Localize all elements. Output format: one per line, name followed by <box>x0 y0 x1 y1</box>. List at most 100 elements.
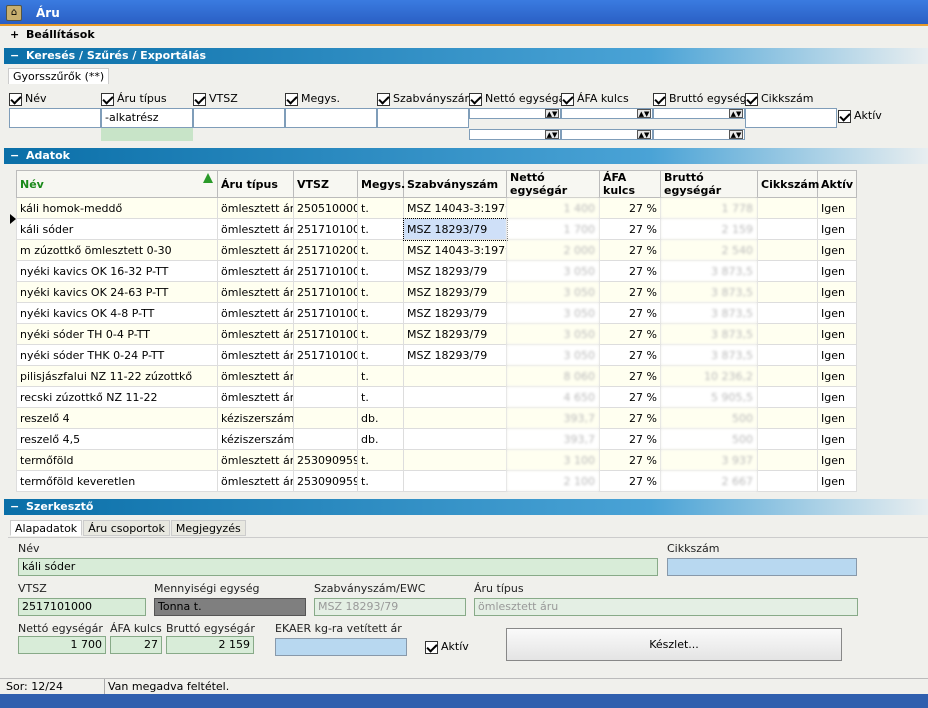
column-header[interactable]: Szabványszám <box>403 170 507 198</box>
table-cell[interactable]: m zúzottkő ömlesztett 0-30 <box>16 239 218 261</box>
table-row[interactable]: káli sóderömlesztett áru2517101000t.MSZ … <box>16 217 857 241</box>
tab-product-groups[interactable]: Áru csoportok <box>83 520 170 536</box>
table-cell[interactable]: Igen <box>817 344 857 366</box>
table-cell[interactable]: t. <box>357 218 404 240</box>
column-header[interactable]: Bruttó egységár <box>660 170 758 198</box>
table-cell[interactable]: 27 % <box>599 344 661 366</box>
table-cell[interactable]: t. <box>357 260 404 282</box>
table-cell[interactable]: 2 100 <box>506 470 600 492</box>
collapse-icon[interactable]: − <box>10 499 19 515</box>
section-editor[interactable]: − Szerkesztő <box>4 499 928 515</box>
column-header[interactable]: ÁFA kulcs <box>599 170 661 198</box>
filter-type-input[interactable]: -alkatrész <box>101 108 193 128</box>
table-cell[interactable] <box>293 428 358 450</box>
unit-field[interactable]: Tonna t. <box>154 598 306 616</box>
column-header[interactable]: Cikkszám <box>757 170 819 198</box>
table-cell[interactable] <box>403 407 507 429</box>
table-cell[interactable]: 1 700 <box>506 218 600 240</box>
table-cell[interactable]: 2505100000 <box>293 197 358 219</box>
table-cell[interactable]: ömlesztett áru <box>217 218 294 240</box>
table-cell[interactable]: 27 % <box>599 386 661 408</box>
table-cell[interactable]: MSZ 18293/79 <box>402 217 508 241</box>
name-field[interactable]: káli sóder <box>18 558 658 576</box>
checkbox[interactable] <box>425 640 438 654</box>
table-cell[interactable]: ömlesztett áru <box>217 260 294 282</box>
table-cell[interactable]: db. <box>357 407 404 429</box>
table-row[interactable]: m zúzottkő ömlesztett 0-30 ömlesztett áru… <box>16 239 857 261</box>
table-cell[interactable]: kéziszerszám <box>217 428 294 450</box>
filter-unit-header[interactable]: Megys. <box>285 91 340 107</box>
checkbox[interactable] <box>838 109 851 123</box>
spinner-icon[interactable]: ▲▼ <box>729 130 743 139</box>
table-cell[interactable]: 3 050 <box>506 260 600 282</box>
column-header[interactable]: Áru típus <box>217 170 294 198</box>
table-row[interactable]: nyéki sóder TH 0-4 P-TT ömlesztett áru 251… <box>16 323 857 345</box>
table-cell[interactable]: t. <box>357 449 404 471</box>
table-cell[interactable]: 1 400 <box>506 197 600 219</box>
table-cell[interactable]: kéziszerszám <box>217 407 294 429</box>
collapse-icon[interactable]: − <box>10 48 19 64</box>
table-cell[interactable]: ömlesztett áru <box>217 344 294 366</box>
table-cell[interactable] <box>757 407 818 429</box>
table-cell[interactable]: Igen <box>817 197 857 219</box>
table-cell[interactable]: Igen <box>817 365 857 387</box>
filter-vtsz-input[interactable] <box>193 108 285 128</box>
table-cell[interactable]: 27 % <box>599 281 661 303</box>
filter-gross-price-header[interactable]: Bruttó egységár <box>653 91 758 107</box>
table-cell[interactable] <box>757 218 818 240</box>
table-cell[interactable]: t. <box>357 302 404 324</box>
table-cell[interactable]: 2517101000 <box>293 281 358 303</box>
table-cell[interactable]: ömlesztett áru <box>217 323 294 345</box>
column-header[interactable]: Megys. <box>357 170 405 198</box>
table-cell[interactable]: t. <box>357 344 404 366</box>
filter-net-price-to[interactable]: ▲▼ <box>469 129 561 140</box>
table-row[interactable]: nyéki kavics OK 24-63 P-TT ömlesztett áru… <box>16 281 857 303</box>
section-data[interactable]: − Adatok <box>4 148 928 164</box>
table-cell[interactable]: ömlesztett áru <box>217 281 294 303</box>
table-cell[interactable]: termőföld keveretlen <box>16 470 218 492</box>
table-cell[interactable]: reszelő 4,5 <box>16 428 218 450</box>
data-grid[interactable]: Név Áru típus VTSZ Megys. Szabványszám Nettó … <box>16 170 857 492</box>
table-cell[interactable] <box>403 386 507 408</box>
collapse-icon[interactable]: − <box>10 148 19 164</box>
table-cell[interactable]: 4 650 <box>506 386 600 408</box>
table-cell[interactable]: 27 % <box>599 407 661 429</box>
table-cell[interactable]: MSZ 18293/79 <box>403 281 507 303</box>
column-header[interactable]: Aktív <box>817 170 857 198</box>
table-cell[interactable]: Igen <box>817 281 857 303</box>
table-row[interactable]: pilisjászfalui NZ 11-22 zúzottkő ömleszte… <box>16 365 857 387</box>
table-cell[interactable]: káli homok-meddő <box>16 197 218 219</box>
table-cell[interactable]: 27 % <box>599 449 661 471</box>
spinner-icon[interactable]: ▲▼ <box>545 109 559 118</box>
table-cell[interactable] <box>757 302 818 324</box>
table-cell[interactable] <box>757 386 818 408</box>
table-cell[interactable]: 3 050 <box>506 281 600 303</box>
filter-unit-input[interactable] <box>285 108 377 128</box>
spinner-icon[interactable]: ▲▼ <box>729 109 743 118</box>
tab-basic-data[interactable]: Alapadatok <box>10 520 83 536</box>
column-header[interactable]: VTSZ <box>293 170 358 198</box>
table-cell[interactable]: t. <box>357 470 404 492</box>
table-cell[interactable]: 1 778 <box>660 197 758 219</box>
table-cell[interactable]: 3 873,5 <box>660 323 758 345</box>
table-cell[interactable]: 3 050 <box>506 323 600 345</box>
app-icon[interactable]: ⌂ <box>6 5 22 21</box>
table-cell[interactable]: MSZ 18293/79 <box>403 323 507 345</box>
table-cell[interactable]: 2517101000 <box>293 302 358 324</box>
section-settings[interactable]: + Beállítások <box>4 27 928 43</box>
stock-button[interactable]: Készlet... <box>506 628 842 661</box>
table-cell[interactable] <box>757 323 818 345</box>
table-cell[interactable]: MSZ 18293/79 <box>403 344 507 366</box>
table-cell[interactable]: t. <box>357 386 404 408</box>
table-cell[interactable]: 2517101000 <box>293 260 358 282</box>
tab-quickfilter[interactable]: Gyorsszűrők (**) <box>8 68 110 84</box>
table-cell[interactable]: 3 873,5 <box>660 281 758 303</box>
table-cell[interactable]: káli sóder <box>16 218 218 240</box>
checkbox[interactable] <box>285 92 298 106</box>
table-cell[interactable]: 2 540 <box>660 239 758 261</box>
table-row[interactable]: nyéki kavics OK 4-8 P-TT ömlesztett áru 25… <box>16 302 857 324</box>
table-cell[interactable]: nyéki sóder THK 0-24 P-TT <box>16 344 218 366</box>
table-cell[interactable] <box>403 428 507 450</box>
table-cell[interactable]: 2517102000 <box>293 239 358 261</box>
table-cell[interactable]: recski zúzottkő NZ 11-22 <box>16 386 218 408</box>
